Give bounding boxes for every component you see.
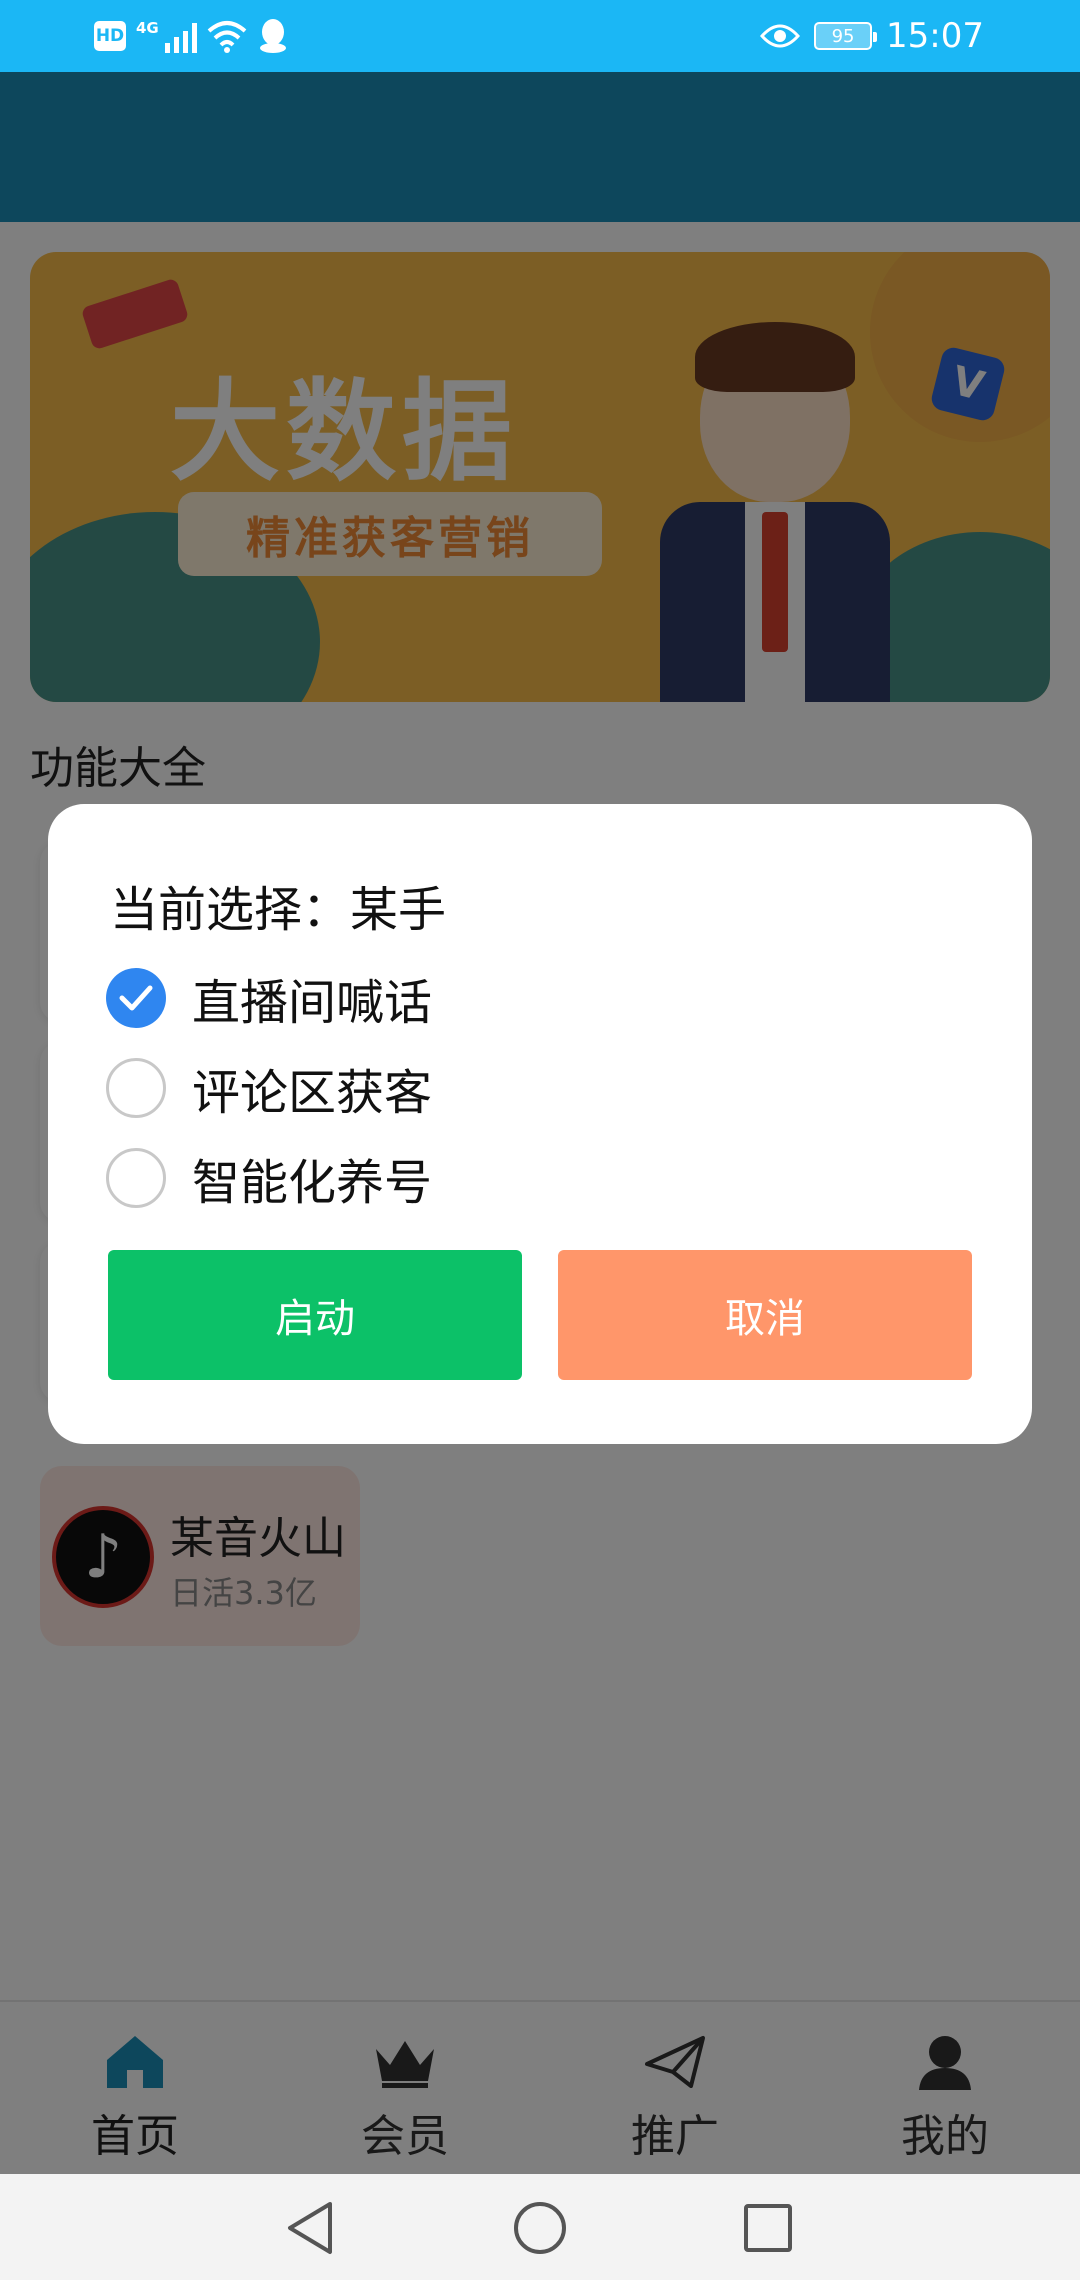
clock: 15:07: [886, 16, 984, 56]
status-right: 95 15:07: [760, 14, 984, 58]
battery-level: 95: [831, 25, 855, 47]
select-task-dialog: 当前选择：某手 直播间喊话 评论区获客 智能化养号 启动 取消: [48, 804, 1032, 1444]
option-label: 智能化养号: [192, 1155, 433, 1211]
cancel-button[interactable]: 取消: [558, 1250, 972, 1380]
option-label: 评论区获客: [192, 1065, 433, 1121]
system-nav-bar: [0, 2174, 1080, 2280]
status-left: HD 4G: [94, 14, 289, 58]
option-smart-nurture[interactable]: 智能化养号: [106, 1146, 433, 1211]
signal-icon: 4G: [136, 19, 197, 53]
radio-checked[interactable]: [106, 968, 166, 1028]
battery-icon: 95: [814, 22, 878, 50]
qq-icon: [259, 19, 286, 53]
radio-unchecked[interactable]: [106, 1148, 166, 1208]
option-live-shout[interactable]: 直播间喊话: [106, 966, 433, 1031]
recents-icon[interactable]: [740, 2200, 796, 2256]
network-type: 4G: [136, 19, 159, 37]
eye-icon: [760, 24, 801, 48]
dialog-title: 当前选择：某手: [110, 882, 447, 938]
check-icon: [119, 985, 153, 1011]
hd-icon: HD: [94, 21, 126, 51]
wifi-icon: [207, 21, 247, 53]
option-label: 直播间喊话: [192, 975, 433, 1031]
home-circle-icon[interactable]: [512, 2200, 568, 2256]
radio-unchecked[interactable]: [106, 1058, 166, 1118]
option-comment-acquire[interactable]: 评论区获客: [106, 1056, 433, 1121]
status-bar: HD 4G 95 15:07: [0, 0, 1080, 72]
back-icon[interactable]: [282, 2200, 338, 2256]
start-button[interactable]: 启动: [108, 1250, 522, 1380]
